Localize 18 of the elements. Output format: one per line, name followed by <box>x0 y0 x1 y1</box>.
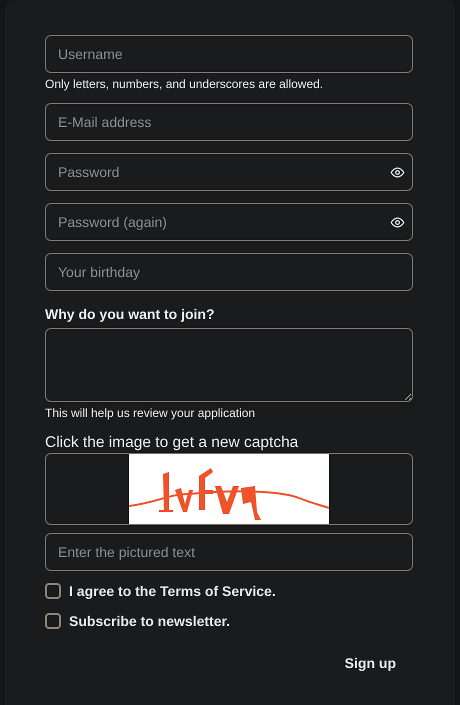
input-field[interactable]: Username <box>45 35 413 73</box>
checkbox-label[interactable]: I agree to the Terms of Service. <box>69 583 276 599</box>
checkbox-label[interactable]: Subscribe to newsletter. <box>69 613 230 629</box>
help-text: This will help us review your application <box>45 406 256 420</box>
field-label: Why do you want to join? <box>45 306 216 323</box>
input-field[interactable]: Your birthday <box>45 253 413 291</box>
checkbox[interactable] <box>45 583 61 599</box>
input-field[interactable]: E-Mail address <box>45 103 413 141</box>
password-field[interactable]: Password <box>45 153 413 191</box>
password-field[interactable]: Password (again) <box>45 203 413 241</box>
checkbox[interactable] <box>45 613 61 629</box>
text-area[interactable] <box>45 328 413 402</box>
help-text: Only letters, numbers, and underscores are allowed. <box>45 77 324 91</box>
eye-icon[interactable] <box>390 165 405 180</box>
eye-icon[interactable] <box>390 215 405 230</box>
field-label: Click the image to get a new captcha <box>45 434 300 452</box>
sign-up-button[interactable]: Sign up <box>328 647 413 679</box>
input-field[interactable]: Enter the pictured text <box>45 533 413 571</box>
